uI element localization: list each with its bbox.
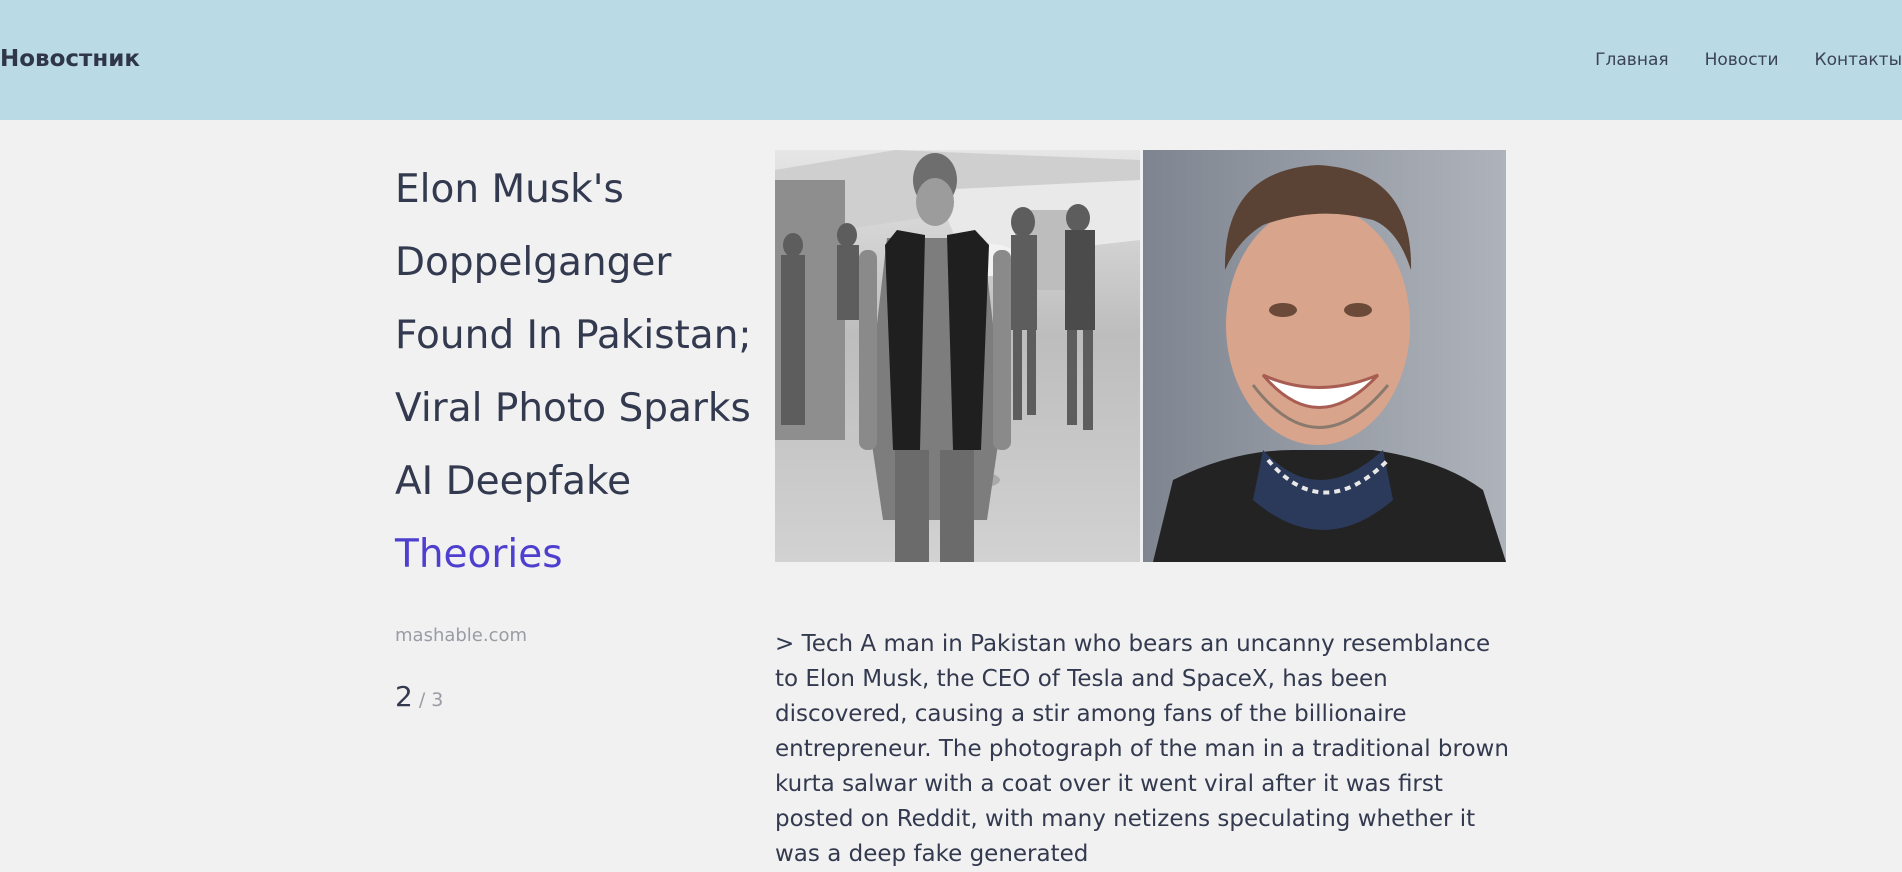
article-body: > Tech A man in Pakistan who bears an un… bbox=[775, 627, 1515, 872]
page-current: 2 bbox=[395, 680, 413, 713]
page-total: / 3 bbox=[413, 689, 444, 711]
nav-link-home[interactable]: Главная bbox=[1595, 50, 1668, 70]
article-title-highlight: Theories bbox=[395, 532, 563, 577]
nav-link-contacts[interactable]: Контакты bbox=[1815, 50, 1902, 70]
main-nav: Главная Новости Контакты bbox=[1595, 50, 1902, 70]
photo-right-panel bbox=[1143, 150, 1506, 562]
article-source-link[interactable]: mashable.com bbox=[395, 625, 527, 646]
pagination-counter: 2 / 3 bbox=[395, 680, 443, 713]
nav-link-news[interactable]: Новости bbox=[1705, 50, 1779, 70]
site-header: Новостник Главная Новости Контакты bbox=[0, 0, 1902, 120]
photo-left-panel bbox=[775, 150, 1140, 562]
portrait-photo bbox=[1143, 150, 1506, 562]
article-title: Elon Musk's Doppelganger Found In Pakist… bbox=[395, 153, 775, 591]
article-title-text: Elon Musk's Doppelganger Found In Pakist… bbox=[395, 167, 752, 504]
article-photo bbox=[775, 150, 1506, 562]
brand-logo-link[interactable]: Новостник bbox=[0, 46, 140, 72]
market-street-photo bbox=[775, 150, 1140, 562]
